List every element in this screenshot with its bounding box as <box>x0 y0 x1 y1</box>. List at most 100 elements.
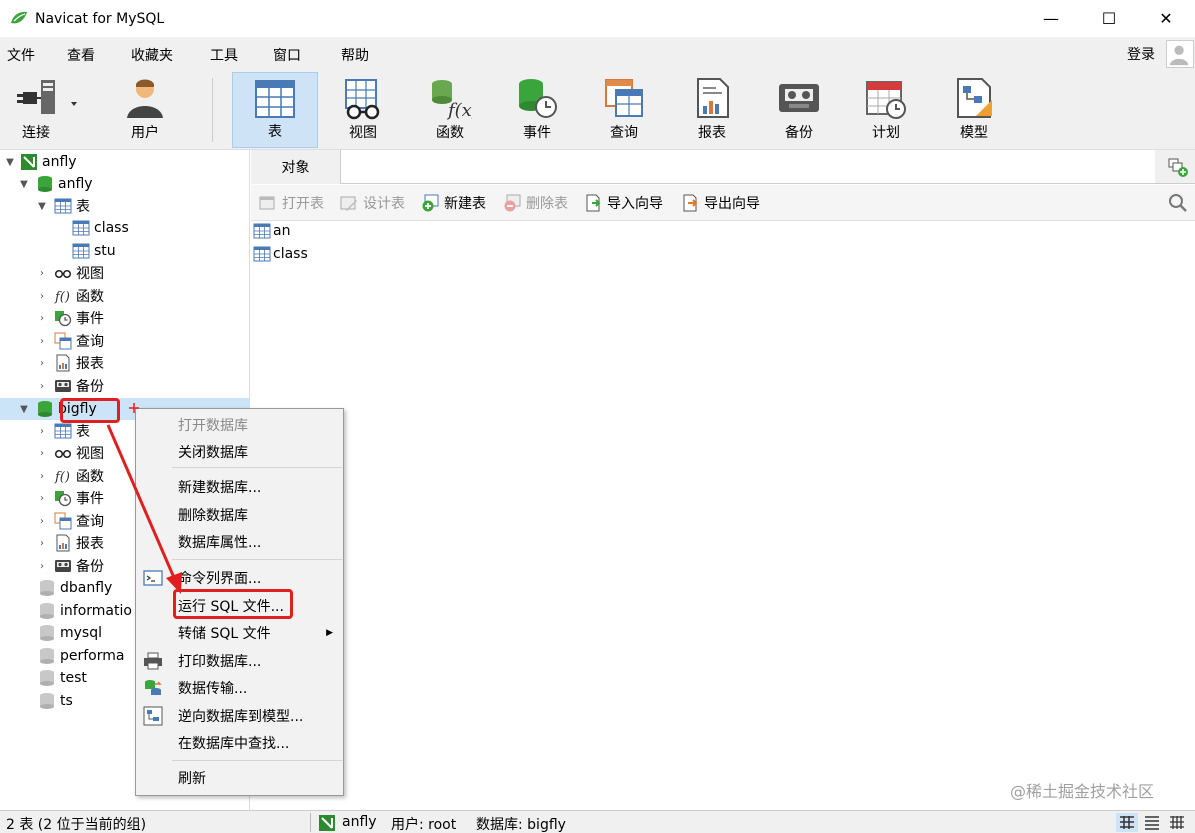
tree-db-anfly[interactable]: ▼ anfly <box>0 173 250 195</box>
tree-connection-anfly[interactable]: ▼ anfly <box>0 151 250 173</box>
list-item[interactable]: class <box>253 243 308 265</box>
maximize-button[interactable]: ☐ <box>1080 0 1138 37</box>
export-wizard-button[interactable]: 导出向导 <box>681 193 760 213</box>
ctx-delete-database[interactable]: 删除数据库 <box>136 502 343 528</box>
ctx-new-database[interactable]: 新建数据库... <box>136 474 343 500</box>
menu-help[interactable]: 帮助 <box>341 45 369 65</box>
toolbar-user-button[interactable]: 用户 <box>102 72 188 148</box>
table-icon <box>253 223 271 239</box>
status-user: 用户: root <box>391 817 457 833</box>
new-table-button[interactable]: 新建表 <box>421 193 486 213</box>
ctx-database-properties[interactable]: 数据库属性... <box>136 529 343 555</box>
avatar[interactable] <box>1166 40 1194 68</box>
menu-file[interactable]: 文件 <box>7 45 35 65</box>
chevron-right-icon[interactable]: › <box>36 492 48 504</box>
chevron-right-icon[interactable]: › <box>36 425 48 437</box>
chevron-right-icon[interactable]: › <box>36 312 48 324</box>
toolbar-connect-label: 连接 <box>22 125 50 141</box>
ctx-print-database[interactable]: 打印数据库... <box>136 648 343 674</box>
chevron-right-icon[interactable]: › <box>36 470 48 482</box>
ctx-refresh[interactable]: 刷新 <box>136 765 343 791</box>
toolbar-table-button[interactable]: 表 <box>232 72 318 148</box>
tab-objects[interactable]: 对象 <box>251 150 341 184</box>
chevron-right-icon[interactable]: › <box>36 267 48 279</box>
list-item[interactable]: an <box>253 220 290 242</box>
toolbar-query-button[interactable]: 查询 <box>581 72 667 148</box>
toolbar-report-button[interactable]: 报表 <box>669 72 755 148</box>
chevron-right-icon[interactable]: › <box>36 380 48 392</box>
chevron-right-icon[interactable]: › <box>36 357 48 369</box>
database-closed-icon <box>40 648 54 664</box>
backup-tape-icon <box>55 560 71 572</box>
new-tab-icon[interactable] <box>1167 156 1189 178</box>
toolbar-model-label: 模型 <box>960 125 988 141</box>
toolbar-view-button[interactable]: 视图 <box>320 72 406 148</box>
connection-icon <box>21 154 37 170</box>
toolbar-separator <box>212 78 213 142</box>
tree-tables-folder[interactable]: ▼ 表 <box>0 195 250 217</box>
login-link[interactable]: 登录 <box>1127 44 1155 64</box>
menu-window[interactable]: 窗口 <box>273 45 301 65</box>
chevron-down-icon[interactable]: ▼ <box>4 156 16 168</box>
menu-view[interactable]: 查看 <box>67 45 95 65</box>
menu-separator <box>172 559 342 560</box>
chevron-down-icon[interactable]: ▼ <box>18 178 30 190</box>
toolbar-model-button[interactable]: 模型 <box>931 72 1017 148</box>
tree-table-class[interactable]: class <box>0 217 250 239</box>
status-database: 数据库: bigfly <box>476 817 566 833</box>
chevron-right-icon[interactable]: › <box>36 335 48 347</box>
ctx-find-in-database[interactable]: 在数据库中查找... <box>136 730 343 756</box>
toolbar-schedule-button[interactable]: 计划 <box>843 72 929 148</box>
grid-view-icon[interactable] <box>1116 813 1138 832</box>
database-icon <box>38 401 52 417</box>
object-action-bar: 打开表 设计表 新建表 删除表 导入向导 导出向导 <box>251 185 1195 221</box>
chevron-right-icon[interactable]: › <box>36 515 48 527</box>
tree-reports-folder[interactable]: › 报表 <box>0 352 250 374</box>
toolbar-view-label: 视图 <box>349 125 377 141</box>
ctx-console[interactable]: 命令列界面... <box>136 565 343 591</box>
menu-favorites[interactable]: 收藏夹 <box>131 45 173 65</box>
detail-view-icon[interactable] <box>1166 813 1188 832</box>
chevron-down-icon[interactable]: ▼ <box>18 403 30 415</box>
tree-table-stu[interactable]: stu <box>0 240 250 262</box>
ctx-reverse-to-model[interactable]: 逆向数据库到模型... <box>136 703 343 729</box>
toolbar-function-button[interactable]: f(x) 函数 <box>407 72 493 148</box>
tree-views-folder[interactable]: › 视图 <box>0 262 250 284</box>
open-table-button[interactable]: 打开表 <box>259 193 324 213</box>
ctx-dump-sql-file[interactable]: 转储 SQL 文件 ▶ <box>136 620 343 646</box>
tree-queries-folder[interactable]: › 查询 <box>0 330 250 352</box>
table-icon <box>255 80 295 118</box>
ctx-close-database[interactable]: 关闭数据库 <box>136 439 343 465</box>
tree-functions-folder[interactable]: › f() 函数 <box>0 285 250 307</box>
event-clock-icon <box>55 491 72 507</box>
status-table-count: 2 表 (2 位于当前的组) <box>6 817 147 833</box>
object-panel: 对象 打开表 设计表 新建表 删除表 导入向导 导出向导 an class <box>251 150 1195 810</box>
list-view-icon[interactable] <box>1141 813 1163 832</box>
tree-events-folder[interactable]: › 事件 <box>0 307 250 329</box>
design-table-button[interactable]: 设计表 <box>340 193 405 213</box>
chevron-right-icon[interactable]: › <box>36 290 48 302</box>
status-connection: anfly <box>342 814 377 830</box>
chevron-down-icon[interactable]: ▼ <box>36 200 48 212</box>
chevron-right-icon[interactable]: › <box>36 447 48 459</box>
toolbar-event-button[interactable]: 事件 <box>494 72 580 148</box>
delete-table-button[interactable]: 删除表 <box>503 193 568 213</box>
search-icon[interactable] <box>1167 192 1189 214</box>
main-toolbar: 连接 用户 表 视图 f(x) 函数 <box>0 70 1195 150</box>
toolbar-backup-button[interactable]: 备份 <box>756 72 842 148</box>
ctx-open-database[interactable]: 打开数据库 <box>136 412 343 438</box>
highlight-box-run-sql <box>173 589 293 619</box>
import-wizard-button[interactable]: 导入向导 <box>584 193 663 213</box>
schedule-calendar-icon <box>866 81 906 119</box>
database-closed-icon <box>40 693 54 709</box>
toolbar-connect-button[interactable]: 连接 <box>6 72 92 148</box>
close-button[interactable]: ✕ <box>1137 0 1195 37</box>
minimize-button[interactable]: — <box>1022 0 1080 37</box>
svg-text:f(): f() <box>54 290 70 305</box>
ctx-data-transfer[interactable]: 数据传输... <box>136 675 343 701</box>
menu-tools[interactable]: 工具 <box>210 45 238 65</box>
chevron-right-icon[interactable]: › <box>36 560 48 572</box>
chevron-right-icon[interactable]: › <box>36 537 48 549</box>
tree-backups-folder[interactable]: › 备份 <box>0 375 250 397</box>
import-icon <box>586 194 601 212</box>
